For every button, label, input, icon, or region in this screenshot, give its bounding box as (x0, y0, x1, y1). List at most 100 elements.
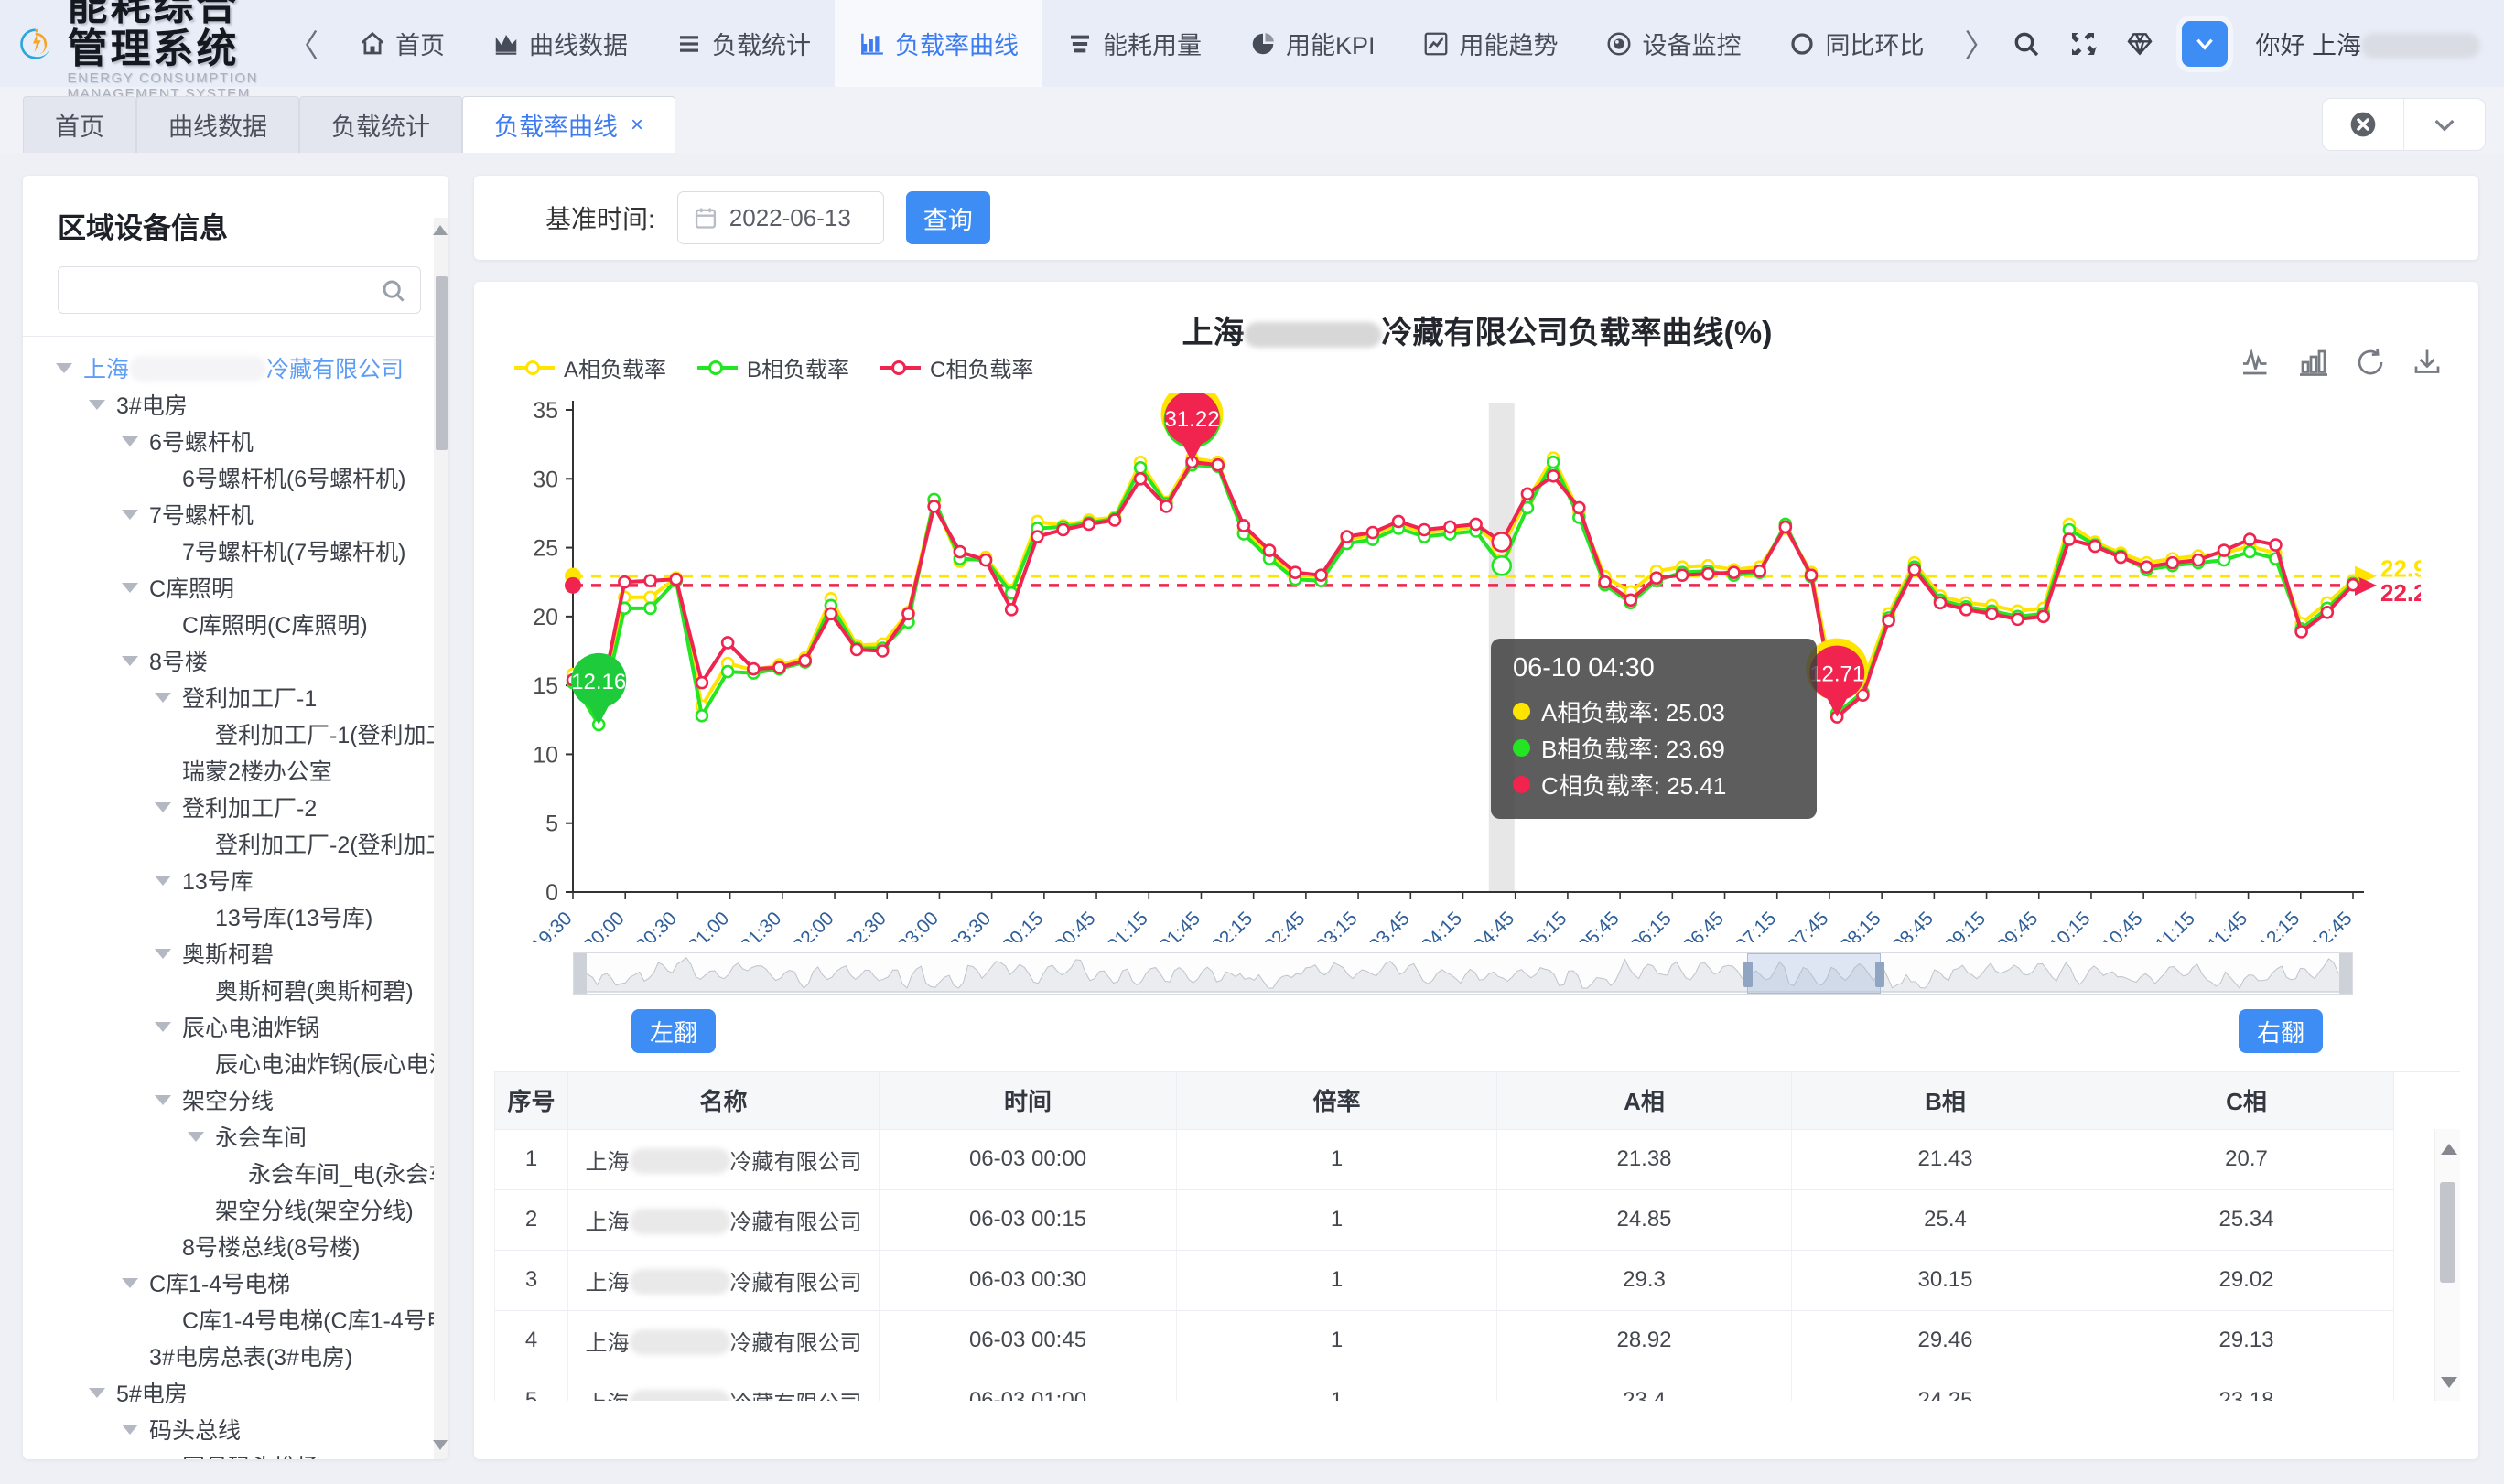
table-row-3[interactable]: 3上海冷藏有限公司06-03 00:30129.330.1529.02 (495, 1250, 2394, 1310)
diamond-icon[interactable] (2125, 29, 2154, 59)
tree-node-21[interactable]: 架空分线 (43, 1081, 430, 1118)
caret-down-icon[interactable] (122, 583, 138, 593)
chart-area[interactable]: 0510152025303506-09 19:3006-09 20:0006-0… (494, 393, 2460, 947)
tree-node-13[interactable]: 登利加工厂-2 (43, 789, 430, 825)
search-icon[interactable] (2012, 29, 2041, 59)
tree-node-12[interactable]: 瑞蒙2楼办公室 (43, 752, 430, 789)
tree-node-3[interactable]: 6号螺杆机 (43, 423, 430, 459)
tree-node-11[interactable]: 登利加工厂-1(登利加工 (43, 715, 430, 752)
navigator-handle-left[interactable] (1743, 962, 1753, 987)
navigator-left-cap[interactable] (574, 953, 587, 994)
tree-node-22[interactable]: 永会车间 (43, 1118, 430, 1155)
tree-node-29[interactable]: 5#电房 (43, 1374, 430, 1411)
tree-node-26[interactable]: C库1-4号电梯 (43, 1264, 430, 1301)
tree-node-31[interactable]: 同月码头堆场 (43, 1447, 430, 1459)
search-icon[interactable] (380, 277, 407, 305)
caret-down-icon[interactable] (122, 436, 138, 446)
table-row-4[interactable]: 4上海冷藏有限公司06-03 00:45128.9229.4629.13 (495, 1310, 2394, 1371)
caret-down-icon[interactable] (155, 876, 171, 886)
nav-item-5[interactable]: 能耗用量 (1042, 0, 1225, 87)
tree-node-15[interactable]: 13号库 (43, 862, 430, 898)
table-scrollbar[interactable] (2434, 1129, 2460, 1401)
refresh-icon[interactable] (2354, 346, 2387, 379)
page-right-button[interactable]: 右翻 (2239, 1009, 2323, 1053)
navigator-window[interactable] (1747, 953, 1881, 994)
caret-down-icon[interactable] (122, 510, 138, 520)
scroll-up-icon[interactable] (2441, 1144, 2457, 1155)
nav-item-8[interactable]: 设备监控 (1581, 0, 1765, 87)
load-rate-chart[interactable]: 0510152025303506-09 19:3006-09 20:0006-0… (494, 393, 2421, 942)
tree-node-5[interactable]: 7号螺杆机 (43, 496, 430, 532)
bar-chart-tool-icon[interactable] (2297, 346, 2330, 379)
nav-item-6[interactable]: 用能KPI (1225, 0, 1399, 87)
tree-node-30[interactable]: 码头总线 (43, 1411, 430, 1447)
tab-1[interactable]: 首页 (23, 96, 136, 153)
close-all-tabs-button[interactable] (2323, 99, 2403, 150)
caret-down-icon[interactable] (188, 1132, 204, 1142)
table-row-2[interactable]: 2上海冷藏有限公司06-03 00:15124.8525.425.34 (495, 1189, 2394, 1250)
tree-node-9[interactable]: 8号楼 (43, 642, 430, 679)
table-row-5[interactable]: 5上海冷藏有限公司06-03 01:00123.424.2523.18 (495, 1371, 2394, 1401)
tree-node-4[interactable]: 6号螺杆机(6号螺杆机) (43, 459, 430, 496)
scrollbar-thumb[interactable] (436, 276, 448, 450)
navigator-right-cap[interactable] (2339, 953, 2352, 994)
nav-item-4[interactable]: 负载率曲线 (835, 0, 1042, 87)
tree-node-14[interactable]: 登利加工厂-2(登利加工 (43, 825, 430, 862)
caret-down-icon[interactable] (155, 1022, 171, 1032)
tree-node-20[interactable]: 辰心电油炸锅(辰心电泊 (43, 1045, 430, 1081)
base-time-input[interactable]: 2022-06-13 (677, 191, 884, 244)
scroll-up-icon[interactable] (433, 225, 448, 235)
legend-item-1[interactable]: A相负载率 (514, 351, 666, 383)
tree-node-24[interactable]: 架空分线(架空分线) (43, 1191, 430, 1228)
tree-node-7[interactable]: C库照明 (43, 569, 430, 606)
nav-item-2[interactable]: 曲线数据 (469, 0, 652, 87)
legend-item-2[interactable]: B相负载率 (697, 351, 849, 383)
caret-down-icon[interactable] (155, 1095, 171, 1105)
datazoom-navigator[interactable] (573, 952, 2353, 995)
tree-node-6[interactable]: 7号螺杆机(7号螺杆机) (43, 532, 430, 569)
caret-down-icon[interactable] (56, 363, 72, 373)
caret-down-icon[interactable] (122, 1278, 138, 1288)
table-row-1[interactable]: 1上海冷藏有限公司06-03 00:00121.3821.4320.7 (495, 1129, 2394, 1189)
tree-search-input[interactable] (59, 267, 420, 313)
tree-node-10[interactable]: 登利加工厂-1 (43, 679, 430, 715)
tab-2[interactable]: 曲线数据 (136, 96, 299, 153)
tree-node-2[interactable]: 3#电房 (43, 386, 430, 423)
caret-down-icon[interactable] (122, 656, 138, 666)
tree-node-28[interactable]: 3#电房总表(3#电房) (43, 1338, 430, 1374)
tree-node-19[interactable]: 辰心电油炸锅 (43, 1008, 430, 1045)
caret-down-icon[interactable] (155, 693, 171, 703)
sidebar-scrollbar[interactable] (434, 218, 448, 1459)
caret-down-icon[interactable] (89, 400, 105, 410)
tree-node-27[interactable]: C库1-4号电梯(C库1-4号电 (43, 1301, 430, 1338)
navigator-handle-right[interactable] (1875, 962, 1884, 987)
page-left-button[interactable]: 左翻 (631, 1009, 716, 1053)
nav-item-7[interactable]: 用能趋势 (1398, 0, 1581, 87)
nav-scroll-right-icon[interactable]: 〉 (1948, 0, 2012, 87)
nav-scroll-left-icon[interactable]: 〈 (271, 0, 335, 87)
user-menu-button[interactable] (2182, 21, 2228, 67)
nav-item-3[interactable]: 负载统计 (652, 0, 835, 87)
line-chart-tool-icon[interactable] (2240, 346, 2273, 379)
query-button[interactable]: 查询 (906, 191, 990, 244)
tree-node-17[interactable]: 奥斯柯碧 (43, 935, 430, 972)
scroll-down-icon[interactable] (433, 1440, 448, 1450)
tab-options-button[interactable] (2403, 99, 2485, 150)
download-icon[interactable] (2411, 346, 2444, 379)
legend-item-3[interactable]: C相负载率 (880, 351, 1033, 383)
tree-node-23[interactable]: 永会车间_电(永会车 (43, 1155, 430, 1191)
nav-item-9[interactable]: 同比环比 (1765, 0, 1948, 87)
nav-item-1[interactable]: 首页 (335, 0, 469, 87)
caret-down-icon[interactable] (122, 1425, 138, 1435)
tree-node-18[interactable]: 奥斯柯碧(奥斯柯碧) (43, 972, 430, 1008)
tree-node-16[interactable]: 13号库(13号库) (43, 898, 430, 935)
caret-down-icon[interactable] (155, 802, 171, 812)
tab-3[interactable]: 负载统计 (299, 96, 462, 153)
fullscreen-icon[interactable] (2068, 29, 2098, 59)
caret-down-icon[interactable] (155, 949, 171, 959)
scrollbar-thumb[interactable] (2440, 1182, 2455, 1283)
tree-node-25[interactable]: 8号楼总线(8号楼) (43, 1228, 430, 1264)
scroll-down-icon[interactable] (2441, 1377, 2457, 1388)
tab-4[interactable]: 负载率曲线× (462, 96, 675, 153)
tab-close-icon[interactable]: × (631, 113, 643, 138)
